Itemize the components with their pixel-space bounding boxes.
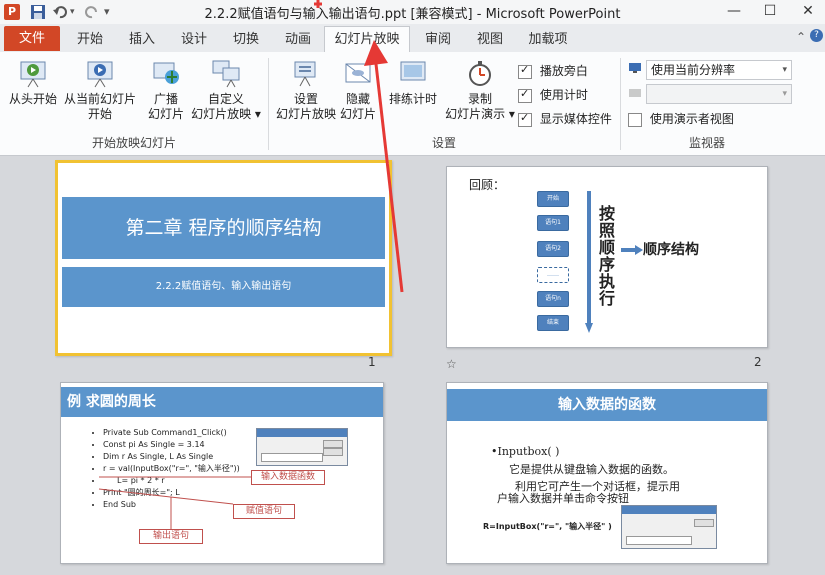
- annotation-arrow-icon: [314, 0, 404, 293]
